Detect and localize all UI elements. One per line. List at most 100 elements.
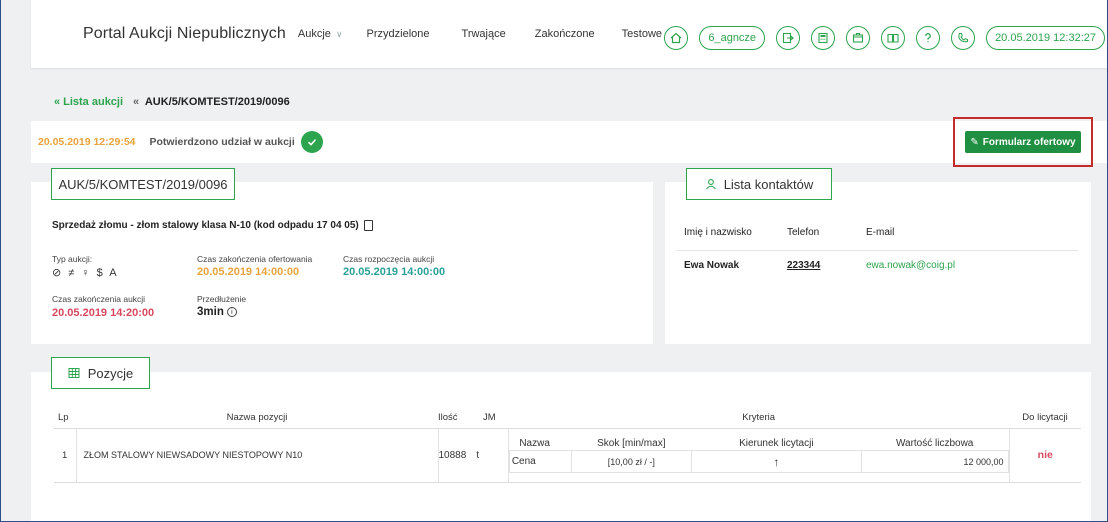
calculator-icon bbox=[818, 32, 828, 44]
start-value: 20.05.2019 14:00:00 bbox=[343, 266, 446, 278]
crit-value: 12 000,00 bbox=[860, 450, 1009, 473]
crit-step: [10,00 zł / -] bbox=[570, 450, 692, 473]
calculator-button[interactable] bbox=[811, 26, 836, 50]
crit-col-value: Wartość liczbowa bbox=[895, 437, 974, 449]
check-icon bbox=[300, 131, 323, 153]
brand-title: Portal Aukcji Niepublicznych bbox=[83, 25, 286, 42]
end-value: 20.05.2019 14:20:00 bbox=[52, 307, 155, 319]
table-row: Ewa Nowak 223344 ewa.nowak@coig.pl bbox=[677, 250, 1078, 280]
contact-name: Ewa Nowak bbox=[684, 259, 740, 271]
help-icon bbox=[925, 33, 931, 43]
criteria-table: Nazwa Skok [min/max] Kierunek licytacji … bbox=[508, 429, 1009, 473]
table-row: Cena [10,00 zł / -] ↑ 12 000,00 bbox=[508, 450, 1009, 473]
phone-button[interactable] bbox=[951, 26, 976, 50]
offer-form-label: Formularz ofertowy bbox=[982, 136, 1076, 148]
position-lp: 1 bbox=[54, 428, 77, 482]
position-qty: 10888 bbox=[438, 449, 467, 461]
auction-type-label: Typ aukcji: bbox=[52, 254, 93, 264]
extension-block: Przedłużenie 3min i bbox=[197, 294, 246, 318]
edit-icon: ✎ bbox=[970, 136, 979, 148]
nav-trwajace[interactable]: Trwające bbox=[462, 28, 506, 40]
grid-icon bbox=[68, 367, 80, 379]
info-icon[interactable]: i bbox=[226, 307, 237, 317]
nav-zakonczone[interactable]: Zakończone bbox=[535, 28, 595, 40]
offer-form-button[interactable]: ✎ Formularz ofertowy bbox=[965, 131, 1081, 153]
start-label: Czas rozpoczęcia aukcji bbox=[343, 254, 435, 264]
header-actions: 6_agncze 20.05.2019 12:32:27 bbox=[664, 26, 1107, 50]
chevron-down-icon: ∨ bbox=[335, 28, 343, 39]
criteria-header-row: Nazwa Skok [min/max] Kierunek licytacji … bbox=[509, 429, 1008, 451]
auction-id-title: AUK/5/KOMTEST/2019/0096 bbox=[51, 168, 235, 200]
double-chevron-left-icon: « bbox=[133, 96, 140, 108]
manual-button[interactable] bbox=[881, 26, 906, 50]
home-icon bbox=[670, 32, 682, 44]
extension-value: 3min bbox=[197, 306, 224, 318]
offer-end-block: Czas zakończenia ofertowania 20.05.2019 … bbox=[197, 254, 312, 278]
col-qty: Ilość bbox=[438, 412, 458, 424]
archive-button[interactable] bbox=[846, 26, 871, 50]
col-to-bid: Do licytacji bbox=[1022, 412, 1068, 424]
offer-end-value: 20.05.2019 14:00:00 bbox=[197, 266, 300, 278]
col-item-name: Nazwa pozycji bbox=[226, 412, 288, 424]
offer-end-label: Czas zakończenia ofertowania bbox=[197, 254, 313, 264]
position-bid-status: nie bbox=[1008, 428, 1081, 482]
contact-phone-link[interactable]: 223344 bbox=[780, 250, 859, 280]
col-phone: Telefon bbox=[780, 216, 859, 251]
auction-title: Sprzedaż złomu - złom stalowy klasa N-10… bbox=[52, 220, 373, 231]
end-block: Czas zakończenia aukcji 20.05.2019 14:20… bbox=[52, 294, 154, 319]
home-button[interactable] bbox=[664, 26, 689, 50]
phone-icon bbox=[958, 33, 969, 43]
crit-name: Cena bbox=[508, 450, 572, 473]
crit-col-direction: Kierunek licytacji bbox=[739, 437, 814, 449]
help-button[interactable] bbox=[916, 26, 941, 50]
crit-col-step: Skok [min/max] bbox=[597, 437, 666, 449]
col-criteria: Kryteria bbox=[742, 412, 776, 424]
start-block: Czas rozpoczęcia aukcji 20.05.2019 14:00… bbox=[343, 254, 445, 278]
status-time: 20.05.2019 12:29:54 bbox=[38, 136, 136, 148]
auction-info-card bbox=[31, 182, 653, 344]
logout-button[interactable] bbox=[776, 26, 801, 50]
nav-testowe[interactable]: Testowe bbox=[622, 28, 662, 40]
archive-icon bbox=[853, 32, 864, 43]
col-unit: JM bbox=[482, 412, 496, 424]
logout-icon bbox=[783, 32, 794, 44]
auction-title-text: Sprzedaż złomu - złom stalowy klasa N-10… bbox=[52, 220, 359, 231]
contact-email-link[interactable]: ewa.nowak@coig.pl bbox=[859, 250, 1078, 280]
double-chevron-left-icon: « bbox=[54, 96, 61, 108]
contacts-header-row: Imię i nazwisko Telefon E-mail bbox=[677, 216, 1078, 251]
auction-type-icons: ⊘ ≠ ♀ $ A bbox=[52, 267, 119, 279]
document-icon[interactable] bbox=[363, 220, 373, 231]
positions-header-row: Lp Nazwa pozycji Ilość JM Kryteria Do li… bbox=[54, 408, 1081, 428]
breadcrumb: « Lista aukcji « AUK/5/KOMTEST/2019/0096 bbox=[54, 96, 290, 108]
app-frame: Portal Aukcji Niepublicznych Aukcje ∨ Pr… bbox=[0, 0, 1108, 522]
user-button[interactable]: 6_agncze bbox=[699, 26, 766, 50]
auction-id-label: AUK/5/KOMTEST/2019/0096 bbox=[58, 176, 228, 192]
contacts-table: Imię i nazwisko Telefon E-mail Ewa Nowak… bbox=[677, 216, 1078, 280]
crit-col-name: Nazwa bbox=[519, 437, 550, 449]
status-bar: 20.05.2019 12:29:54 Potwierdzono udział … bbox=[31, 121, 1107, 163]
main-nav: Aukcje ∨ Przydzielone Trwające Zakończon… bbox=[298, 28, 690, 40]
nav-przydzielone[interactable]: Przydzielone bbox=[367, 28, 430, 40]
position-unit: t bbox=[470, 428, 509, 482]
table-row: 1 ZŁOM STALOWY NIEWSADOWY NIESTOPOWY N10… bbox=[54, 428, 1081, 482]
position-name: ZŁOM STALOWY NIEWSADOWY NIESTOPOWY N10 bbox=[76, 428, 439, 482]
offer-form-highlight: ✎ Formularz ofertowy bbox=[953, 117, 1093, 167]
status-text: Potwierdzono udział w aukcji bbox=[149, 136, 295, 148]
positions-title-label: Pozycje bbox=[87, 365, 134, 381]
nav-aukcje-label: Aukcje bbox=[297, 28, 331, 40]
contacts-title: Lista kontaktów bbox=[686, 168, 832, 200]
col-lp: Lp bbox=[58, 412, 69, 424]
breadcrumb-back-link[interactable]: Lista aukcji bbox=[63, 96, 123, 108]
positions-table: Lp Nazwa pozycji Ilość JM Kryteria Do li… bbox=[54, 408, 1081, 483]
positions-title: Pozycje bbox=[51, 357, 150, 389]
user-icon bbox=[705, 178, 717, 190]
book-icon bbox=[887, 33, 899, 43]
col-email: E-mail bbox=[859, 216, 1078, 251]
nav-aukcje[interactable]: Aukcje ∨ bbox=[298, 28, 343, 40]
top-header: Portal Aukcji Niepublicznych Aukcje ∨ Pr… bbox=[31, 0, 1107, 68]
criteria-cell: Nazwa Skok [min/max] Kierunek licytacji … bbox=[508, 428, 1009, 482]
datetime-badge: 20.05.2019 12:32:27 bbox=[986, 26, 1105, 50]
contacts-title-label: Lista kontaktów bbox=[723, 176, 814, 192]
col-name: Imię i nazwisko bbox=[677, 216, 780, 251]
crit-direction: ↑ bbox=[690, 450, 862, 473]
